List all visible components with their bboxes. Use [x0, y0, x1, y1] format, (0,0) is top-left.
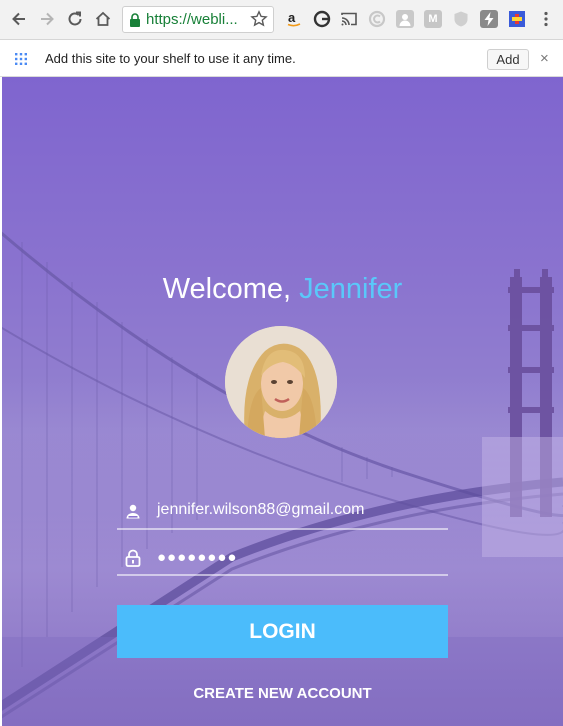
- banner-message: Add this site to your shelf to use it an…: [45, 51, 296, 66]
- user-icon: [126, 504, 140, 519]
- user-first-name: Jennifer: [299, 273, 403, 305]
- back-button[interactable]: [8, 8, 30, 30]
- c-icon[interactable]: [368, 10, 386, 28]
- apps-grid-icon: [15, 53, 27, 65]
- back-arrow-icon: [12, 12, 25, 26]
- add-to-shelf-button[interactable]: Add: [487, 49, 529, 70]
- more-vertical-icon: [544, 11, 548, 27]
- lightning-icon[interactable]: [480, 10, 498, 28]
- close-banner-icon[interactable]: ×: [540, 50, 549, 67]
- email-field[interactable]: jennifer.wilson88@gmail.com: [117, 498, 448, 530]
- welcome-prefix: Welcome,: [162, 273, 292, 305]
- password-value: ●●●●●●●●: [157, 549, 238, 566]
- profile-icon[interactable]: [396, 10, 414, 28]
- browser-menu-button[interactable]: [535, 8, 557, 30]
- reload-icon: [68, 11, 82, 26]
- m-icon[interactable]: M: [424, 10, 442, 28]
- password-field[interactable]: ●●●●●●●●: [117, 544, 448, 576]
- welcome-heading: Welcome, Jennifer: [2, 273, 563, 306]
- flag-icon[interactable]: [508, 10, 526, 28]
- grammarly-icon[interactable]: [313, 10, 331, 28]
- forward-arrow-icon: [41, 12, 54, 26]
- cast-icon[interactable]: [340, 10, 358, 28]
- lock-icon: [130, 12, 140, 27]
- home-icon: [95, 11, 111, 26]
- email-value: jennifer.wilson88@gmail.com: [157, 501, 365, 518]
- amazon-icon[interactable]: a: [285, 10, 303, 28]
- home-button[interactable]: [92, 8, 114, 30]
- svg-text:a: a: [288, 10, 296, 25]
- url-text: https://webli...: [146, 11, 238, 28]
- shelf-banner: Add this site to your shelf to use it an…: [0, 40, 563, 77]
- login-screen: Welcome, Jennifer jennifer.wilson88@gmai…: [2, 77, 563, 726]
- create-account-link[interactable]: CREATE NEW ACCOUNT: [2, 685, 563, 702]
- avatar: [225, 326, 337, 438]
- shield-icon[interactable]: [452, 10, 470, 28]
- login-button[interactable]: LOGIN: [117, 605, 448, 658]
- reload-button[interactable]: [64, 8, 86, 30]
- lock-icon: [125, 549, 141, 567]
- profile-photo: [225, 326, 337, 438]
- browser-toolbar: https://webli... a M: [0, 0, 563, 40]
- bookmark-star-icon[interactable]: [250, 10, 268, 28]
- forward-button[interactable]: [36, 8, 58, 30]
